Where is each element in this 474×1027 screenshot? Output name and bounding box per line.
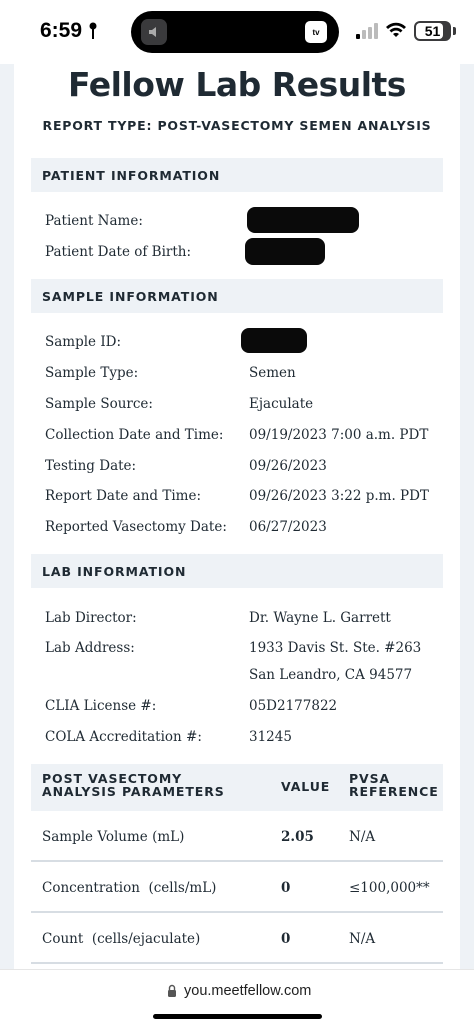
page-margin-left bbox=[0, 64, 14, 969]
lab-address-line2: San Leandro, CA 94577 bbox=[249, 667, 413, 683]
apple-tv-icon: tv bbox=[305, 21, 327, 43]
report-content[interactable]: Fellow Lab Results REPORT TYPE: POST-VAS… bbox=[14, 64, 460, 969]
lab-address-label: Lab Address: bbox=[45, 640, 135, 656]
dynamic-island[interactable]: tv bbox=[131, 11, 339, 53]
patient-name-row: Patient Name: bbox=[45, 213, 445, 235]
clia-label: CLIA License #: bbox=[45, 698, 157, 714]
vasectomy-date-row: Reported Vasectomy Date: 06/27/2023 bbox=[45, 519, 445, 541]
report-date-label: Report Date and Time: bbox=[45, 488, 202, 504]
lock-icon bbox=[168, 984, 176, 997]
parameters-header-label: POST VASECTOMY ANALYSIS PARAMETERS bbox=[42, 771, 225, 799]
wifi-icon bbox=[386, 22, 406, 37]
url-text[interactable]: you.meetfellow.com bbox=[184, 983, 311, 999]
patient-dob-label: Patient Date of Birth: bbox=[45, 244, 192, 260]
table-row: Count (cells/ejaculate) 0 N/A bbox=[31, 914, 443, 964]
table-row: Sample Volume (mL) 2.05 N/A bbox=[31, 812, 443, 862]
collection-date-row: Collection Date and Time: 09/19/2023 7:0… bbox=[45, 427, 445, 449]
report-date-row: Report Date and Time: 09/26/2023 3:22 p.… bbox=[45, 488, 445, 510]
lab-director-row: Lab Director: Dr. Wayne L. Garrett bbox=[45, 610, 445, 632]
lab-director-label: Lab Director: bbox=[45, 610, 137, 626]
lab-director-value: Dr. Wayne L. Garrett bbox=[249, 610, 391, 626]
lab-address-line1: 1933 Davis St. Ste. #263 bbox=[249, 640, 422, 656]
parameter-name: Count (cells/ejaculate) bbox=[42, 931, 201, 947]
cola-row: COLA Accreditation #: 31245 bbox=[45, 729, 445, 751]
browser-url-bar[interactable]: you.meetfellow.com bbox=[0, 969, 474, 1027]
battery-tip bbox=[453, 27, 456, 35]
patient-dob-redacted bbox=[245, 238, 325, 265]
clia-value: 05D2177822 bbox=[249, 698, 338, 714]
report-type: REPORT TYPE: POST-VASECTOMY SEMEN ANALYS… bbox=[42, 118, 432, 133]
testing-date-value: 09/26/2023 bbox=[249, 458, 327, 474]
testing-date-label: Testing Date: bbox=[45, 458, 137, 474]
lab-address-row: Lab Address: 1933 Davis St. Ste. #263 bbox=[45, 640, 445, 662]
location-pin-icon bbox=[89, 22, 97, 39]
parameter-value: 0 bbox=[281, 880, 291, 896]
cellular-signal-icon bbox=[356, 23, 378, 39]
table-row: Concentration (cells/mL) 0 ≤100,000** bbox=[31, 863, 443, 913]
vasectomy-date-label: Reported Vasectomy Date: bbox=[45, 519, 227, 535]
sample-type-row: Sample Type: Semen bbox=[45, 365, 445, 387]
sample-info-header: SAMPLE INFORMATION bbox=[31, 279, 443, 313]
patient-name-label: Patient Name: bbox=[45, 213, 143, 229]
parameter-value: 0 bbox=[281, 931, 291, 947]
vasectomy-date-value: 06/27/2023 bbox=[249, 519, 327, 535]
status-bar: 6:59 tv 51 bbox=[0, 0, 474, 64]
parameter-name: Sample Volume (mL) bbox=[42, 829, 185, 845]
home-indicator[interactable] bbox=[153, 1014, 322, 1019]
parameter-reference: ≤100,000** bbox=[349, 880, 430, 896]
page-margin-right bbox=[460, 64, 474, 969]
parameters-table-header: POST VASECTOMY ANALYSIS PARAMETERS VALUE… bbox=[31, 764, 443, 811]
sample-source-label: Sample Source: bbox=[45, 396, 153, 412]
sample-id-label: Sample ID: bbox=[45, 334, 122, 350]
sample-type-value: Semen bbox=[249, 365, 296, 381]
collection-date-label: Collection Date and Time: bbox=[45, 427, 224, 443]
status-time: 6:59 bbox=[40, 19, 83, 42]
sample-id-redacted bbox=[241, 328, 307, 353]
parameter-reference: N/A bbox=[349, 829, 376, 845]
battery-level: 51 bbox=[424, 23, 441, 39]
report-date-value: 09/26/2023 3:22 p.m. PDT bbox=[249, 488, 429, 504]
speaker-icon bbox=[141, 19, 167, 45]
testing-date-row: Testing Date: 09/26/2023 bbox=[45, 458, 445, 480]
patient-name-redacted bbox=[247, 207, 359, 233]
collection-date-value: 09/19/2023 7:00 a.m. PDT bbox=[249, 427, 429, 443]
value-header-label: VALUE bbox=[281, 779, 331, 794]
clia-row: CLIA License #: 05D2177822 bbox=[45, 698, 445, 720]
cola-label: COLA Accreditation #: bbox=[45, 729, 202, 745]
reference-header-label: PVSA REFERENCE bbox=[349, 771, 439, 799]
parameter-value: 2.05 bbox=[281, 829, 314, 845]
patient-info-header: PATIENT INFORMATION bbox=[31, 158, 443, 192]
lab-address-row-2: San Leandro, CA 94577 bbox=[45, 667, 445, 689]
cola-value: 31245 bbox=[249, 729, 292, 745]
page-title: Fellow Lab Results bbox=[68, 65, 406, 104]
lab-info-header: LAB INFORMATION bbox=[31, 554, 443, 588]
sample-type-label: Sample Type: bbox=[45, 365, 139, 381]
battery-icon: 51 bbox=[414, 21, 451, 41]
parameter-name: Concentration (cells/mL) bbox=[42, 880, 217, 896]
parameter-reference: N/A bbox=[349, 931, 376, 947]
sample-source-value: Ejaculate bbox=[249, 396, 314, 412]
sample-source-row: Sample Source: Ejaculate bbox=[45, 396, 445, 418]
